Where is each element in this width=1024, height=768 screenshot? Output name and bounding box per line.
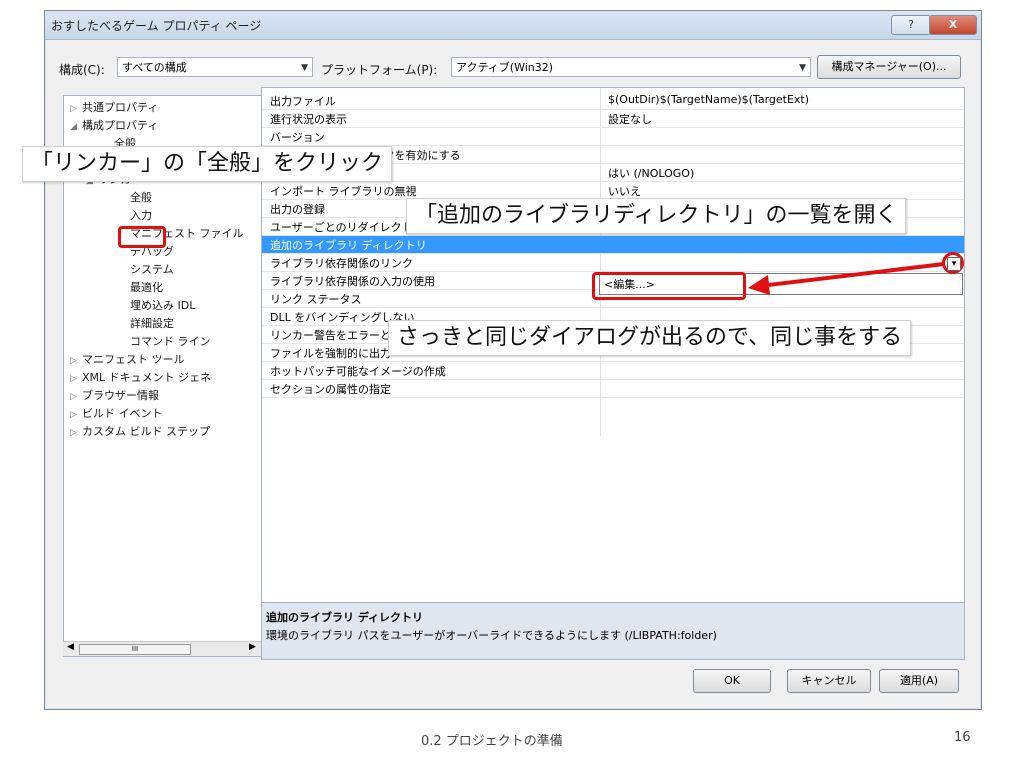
platform-select[interactable]: アクティブ(Win32) ▼ xyxy=(451,57,811,77)
collapsed-triangle-icon[interactable]: ▷ xyxy=(70,371,82,387)
property-name: ライブラリ依存関係のリンク xyxy=(270,257,413,270)
tree-item[interactable]: 埋め込み IDL xyxy=(118,298,195,314)
tree-item[interactable]: ▷ カスタム ビルド ステップ xyxy=(70,424,210,440)
property-value: はい (/NOLOGO) xyxy=(608,167,695,180)
property-name: リンク ステータス xyxy=(270,293,362,306)
footer-section: 0.2 プロジェクトの準備 xyxy=(421,734,563,749)
collapsed-triangle-icon[interactable]: ▷ xyxy=(70,425,82,441)
description-title: 追加のライブラリ ディレクトリ xyxy=(266,611,424,624)
tree-item-label: 最適化 xyxy=(130,281,163,294)
cancel-button[interactable]: キャンセル xyxy=(787,669,871,693)
tree-item-label: XML ドキュメント ジェネ xyxy=(82,371,212,384)
tree-item[interactable]: ▷ ビルド イベント xyxy=(70,406,163,422)
collapsed-triangle-icon[interactable]: ▷ xyxy=(70,389,82,405)
ok-button[interactable]: OK xyxy=(693,669,771,693)
help-button[interactable]: ? xyxy=(891,15,931,35)
description-text: 環境のライブラリ パスをユーザーがオーバーライドできるようにします (/LIBP… xyxy=(266,629,717,642)
property-name: バージョン xyxy=(270,131,325,144)
tree-item[interactable]: 詳細設定 xyxy=(118,316,174,332)
close-button[interactable]: X xyxy=(929,15,977,35)
platform-label: プラットフォーム(P): xyxy=(321,63,438,77)
callout-same-dialog: さっきと同じダイアログが出るので、同じ事をする xyxy=(388,320,912,356)
tree-item-label: 構成プロパティ xyxy=(82,119,159,132)
property-row[interactable]: 出力ファイル $(OutDir)$(TargetName)$(TargetExt) xyxy=(262,92,964,110)
config-manager-button[interactable]: 構成マネージャー(O)... xyxy=(817,55,961,79)
title-bar: おすしたべるゲーム プロパティ ページ ? X xyxy=(45,11,981,40)
highlight-linker-general xyxy=(118,226,166,248)
chevron-down-icon: ▼ xyxy=(799,63,806,73)
config-select[interactable]: すべての構成 ▼ xyxy=(117,57,313,77)
property-name: 進行状況の表示 xyxy=(270,113,347,126)
property-row[interactable]: 追加のライブラリ ディレクトリ xyxy=(262,236,964,254)
property-name: ライブラリ依存関係の入力の使用 xyxy=(270,275,435,288)
property-value: いいえ xyxy=(608,185,641,198)
tree-item-label: 埋め込み IDL xyxy=(130,299,196,312)
tree-horizontal-scrollbar[interactable]: ◀ III ▶ xyxy=(63,641,261,656)
property-name: 出力の登録 xyxy=(270,203,325,216)
callout-open-list: 「追加のライブラリディレクトリ」の一覧を開く xyxy=(406,198,907,234)
tree-item[interactable]: ▷ 共通プロパティ xyxy=(70,100,158,116)
tree-item-label: 全般 xyxy=(130,191,152,204)
scroll-thumb[interactable]: III xyxy=(79,644,191,655)
tree-item[interactable]: コマンド ライン xyxy=(118,334,211,350)
platform-select-value: アクティブ(Win32) xyxy=(456,61,554,74)
property-row[interactable]: バージョン xyxy=(262,128,964,146)
tree-item-label: ビルド イベント xyxy=(82,407,163,420)
property-row[interactable]: ホットパッチ可能なイメージの作成 xyxy=(262,362,964,380)
tree-item[interactable]: ▷ ブラウザー情報 xyxy=(70,388,159,404)
property-name: 追加のライブラリ ディレクトリ xyxy=(270,239,427,252)
property-name: 出力ファイル xyxy=(270,95,336,108)
property-name: セクションの属性の指定 xyxy=(270,383,391,396)
tree-item[interactable]: 入力 xyxy=(118,208,152,224)
scroll-left-icon[interactable]: ◀ xyxy=(67,642,74,652)
property-pages-dialog: おすしたべるゲーム プロパティ ページ ? X 構成(C): すべての構成 ▼ … xyxy=(44,10,982,710)
apply-button[interactable]: 適用(A) xyxy=(879,669,959,693)
property-name: ユーザーごとのリダイレクト xyxy=(270,221,413,234)
property-value: 設定なし xyxy=(608,113,652,126)
config-label: 構成(C): xyxy=(59,63,105,77)
tree-item[interactable]: 最適化 xyxy=(118,280,163,296)
property-name: インポート ライブラリの無視 xyxy=(270,185,417,198)
tree-item[interactable]: 全般 xyxy=(118,190,152,206)
tree-item-label: 入力 xyxy=(130,209,152,222)
tree-item-label: コマンド ライン xyxy=(130,335,211,348)
page-number: 16 xyxy=(954,730,971,745)
scroll-right-icon[interactable]: ▶ xyxy=(249,642,256,652)
expanded-triangle-icon[interactable]: ◢ xyxy=(70,119,82,135)
tree-item-label: 詳細設定 xyxy=(130,317,174,330)
callout-linker-general: 「リンカー」の「全般」をクリック xyxy=(22,146,393,182)
property-row[interactable]: セクションの属性の指定 xyxy=(262,380,964,398)
property-name: ファイルを強制的に出力 xyxy=(270,347,391,360)
description-panel: 追加のライブラリ ディレクトリ 環境のライブラリ パスをユーザーがオーバーライド… xyxy=(261,602,965,660)
tree-item-label: 共通プロパティ xyxy=(82,101,159,114)
window-title: おすしたべるゲーム プロパティ ページ xyxy=(51,19,262,33)
tree-item-label: マニフェスト ツール xyxy=(82,353,185,366)
property-value: $(OutDir)$(TargetName)$(TargetExt) xyxy=(608,93,810,106)
collapsed-triangle-icon[interactable]: ▷ xyxy=(70,101,82,117)
tree-item[interactable]: ▷ マニフェスト ツール xyxy=(70,352,185,368)
chevron-down-icon: ▼ xyxy=(301,63,308,73)
tree-item-label: システム xyxy=(130,263,174,276)
tree-item-label: カスタム ビルド ステップ xyxy=(82,425,210,438)
collapsed-triangle-icon[interactable]: ▷ xyxy=(70,353,82,369)
tree-item-label: ブラウザー情報 xyxy=(82,389,159,402)
highlight-edit-option xyxy=(592,272,746,300)
config-select-value: すべての構成 xyxy=(122,61,187,74)
property-name: ホットパッチ可能なイメージの作成 xyxy=(270,365,446,378)
property-row[interactable]: 進行状況の表示 設定なし xyxy=(262,110,964,128)
collapsed-triangle-icon[interactable]: ▷ xyxy=(70,407,82,423)
tree-item[interactable]: システム xyxy=(118,262,174,278)
tree-item[interactable]: ▷ XML ドキュメント ジェネ xyxy=(70,370,211,386)
red-arrow xyxy=(748,262,945,295)
tree-item[interactable]: ◢ 構成プロパティ xyxy=(70,118,158,134)
